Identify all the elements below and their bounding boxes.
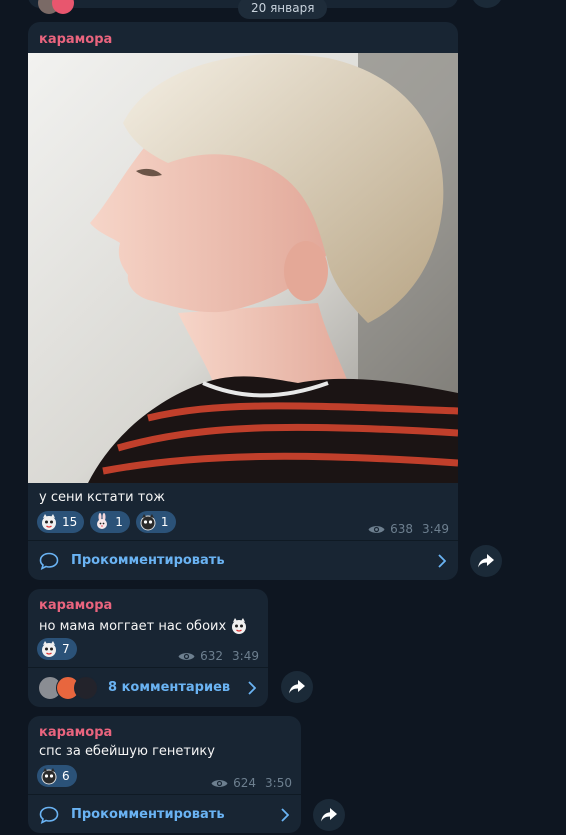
- comment-avatars: [38, 0, 74, 14]
- message-text-content: но мама моггает нас обоих: [39, 618, 227, 634]
- reactions: 6: [37, 765, 77, 787]
- chevron-right-icon: [438, 554, 446, 568]
- comment-button[interactable]: Прокомментировать: [28, 795, 301, 833]
- text-message: карамора но мама моггает нас обоих 7 632…: [28, 589, 268, 707]
- reaction-count: 7: [62, 642, 70, 656]
- message-meta: 638 3:49: [368, 522, 449, 536]
- text-message: карамора спс за ебейшую генетику 6 624 3…: [28, 716, 301, 833]
- share-icon: [321, 808, 337, 822]
- reaction-count: 1: [115, 515, 123, 529]
- chevron-right-icon: [281, 808, 289, 822]
- reaction-count: 1: [160, 515, 169, 529]
- views-eye-icon: [368, 525, 385, 533]
- message-time: 3:49: [232, 649, 259, 663]
- reactions: 15 1 1: [37, 511, 176, 533]
- reactions: 7: [37, 638, 77, 660]
- avatar: [74, 675, 98, 700]
- portrait-photo-image: [28, 53, 458, 483]
- message-author[interactable]: карамора: [39, 725, 112, 740]
- views-count: 632: [200, 649, 224, 663]
- message-time: 3:50: [265, 776, 292, 790]
- message-text: но мама моггает нас обоих: [39, 617, 248, 635]
- cat-face-sticker-icon: [42, 641, 56, 657]
- reaction-chip[interactable]: 15: [37, 511, 85, 533]
- message-caption: у сени кстати тож: [39, 490, 165, 505]
- message-meta: 624 3:50: [211, 776, 292, 790]
- message-author[interactable]: карамора: [39, 32, 112, 47]
- views-count: 624: [233, 776, 257, 790]
- comment-label: Прокомментировать: [71, 807, 225, 822]
- cat-face-sticker-icon: [41, 768, 57, 785]
- reaction-chip[interactable]: 1: [135, 511, 176, 533]
- comment-bubble-icon: [39, 806, 59, 824]
- share-icon: [289, 680, 305, 694]
- message-author[interactable]: карамора: [39, 598, 112, 613]
- reaction-chip[interactable]: 1: [90, 511, 130, 533]
- comments-button[interactable]: 8 комментариев: [28, 668, 268, 707]
- comment-button[interactable]: Прокомментировать: [28, 541, 458, 580]
- message-text: спс за ебейшую генетику: [39, 744, 215, 759]
- share-icon: [478, 554, 494, 568]
- views-eye-icon: [211, 779, 228, 787]
- reaction-count: 15: [62, 515, 78, 529]
- bunny-sticker-icon: [97, 513, 108, 529]
- views-count: 638: [390, 522, 414, 536]
- cat-face-sticker-icon: [140, 514, 156, 531]
- comment-bubble-icon: [39, 552, 59, 570]
- share-button[interactable]: [313, 799, 345, 831]
- reaction-chip[interactable]: 6: [37, 765, 77, 787]
- photo[interactable]: [28, 53, 458, 483]
- commenter-avatars: [38, 675, 98, 700]
- reaction-chip[interactable]: 7: [37, 638, 77, 660]
- date-separator: 20 января: [238, 0, 328, 19]
- share-button[interactable]: [281, 671, 313, 703]
- comment-label: 8 комментариев: [108, 680, 231, 695]
- share-button[interactable]: [470, 545, 502, 577]
- cat-face-sticker-icon: [42, 514, 56, 530]
- message-meta: 632 3:49: [178, 649, 259, 663]
- views-eye-icon: [178, 652, 195, 660]
- message-time: 3:49: [422, 522, 449, 536]
- share-button[interactable]: [471, 0, 503, 8]
- comment-label: Прокомментировать: [71, 553, 225, 568]
- chevron-right-icon: [248, 681, 256, 695]
- reaction-count: 6: [62, 769, 70, 783]
- cat-face-sticker-icon: [232, 618, 247, 634]
- photo-message: карамора у сени кстати тож 15 1 1 638 3:…: [28, 22, 458, 580]
